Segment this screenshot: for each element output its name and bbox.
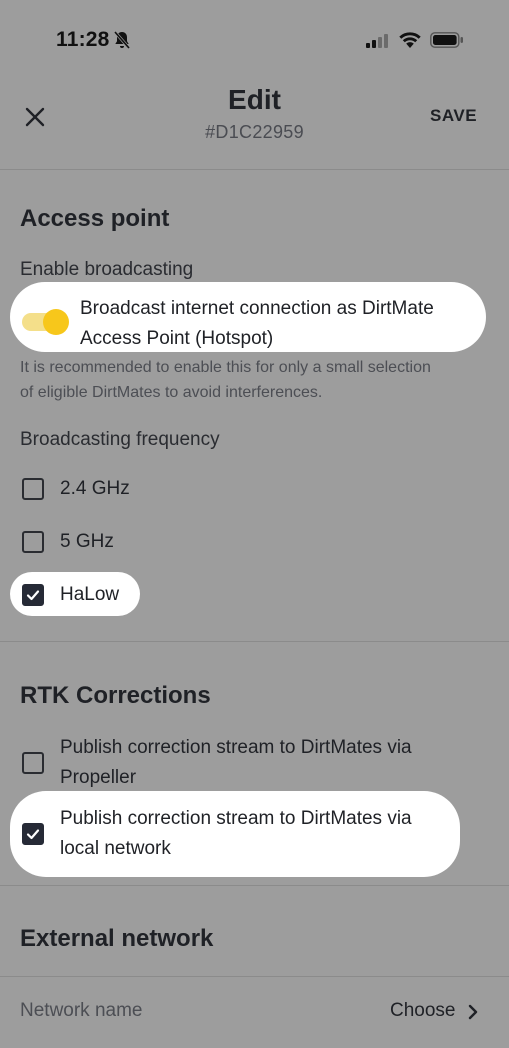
toggle-knob — [43, 309, 69, 335]
section-divider-1 — [0, 641, 509, 642]
checkbox-2-4ghz[interactable] — [22, 478, 44, 500]
checkbox-rtk-propeller[interactable] — [22, 752, 44, 774]
enable-broadcasting-label: Enable broadcasting — [20, 259, 194, 280]
checkbox-halow-label: HaLow — [60, 584, 120, 605]
broadcast-toggle-label: Broadcast internet connection as DirtMat… — [80, 294, 480, 354]
broadcast-toggle[interactable] — [22, 308, 69, 336]
helper-line1: It is recommended to enable this for onl… — [20, 359, 431, 376]
broadcasting-frequency-label: Broadcasting frequency — [20, 429, 220, 450]
rtk-local-line1: Publish correction stream to DirtMates v… — [60, 808, 412, 829]
section-divider-2 — [0, 885, 509, 886]
rtk-corrections-title: RTK Corrections — [20, 682, 211, 709]
checkbox-rtk-local-network-label: Publish correction stream to DirtMates v… — [60, 804, 460, 864]
header-divider — [0, 169, 509, 170]
rtk-propeller-line2: Propeller — [60, 767, 137, 788]
checkbox-2-4ghz-label: 2.4 GHz — [60, 478, 130, 499]
checkbox-5ghz[interactable] — [22, 531, 44, 553]
network-name-label: Network name — [20, 1000, 143, 1021]
broadcast-helper-text: It is recommended to enable this for onl… — [20, 355, 490, 405]
external-network-title: External network — [20, 925, 214, 952]
chevron-right-icon[interactable] — [466, 1003, 480, 1021]
checkmark-icon — [26, 590, 40, 601]
helper-line2: of eligible DirtMates to avoid interfere… — [20, 384, 323, 401]
rtk-propeller-line1: Publish correction stream to DirtMates v… — [60, 737, 412, 758]
signal-icon — [366, 34, 388, 48]
access-point-title: Access point — [20, 205, 170, 232]
choose-network-button[interactable]: Choose — [390, 1000, 456, 1022]
toggle-label-line2: Access Point (Hotspot) — [80, 328, 274, 349]
checkbox-5ghz-label: 5 GHz — [60, 531, 114, 552]
save-button[interactable]: SAVE — [430, 106, 477, 126]
checkbox-halow[interactable] — [22, 584, 44, 606]
toggle-label-line1: Broadcast internet connection as DirtMat… — [80, 298, 434, 319]
checkmark-icon — [26, 829, 40, 840]
checkbox-rtk-local-network[interactable] — [22, 823, 44, 845]
wifi-icon — [399, 32, 421, 48]
bell-slash-icon — [113, 31, 131, 49]
checkbox-rtk-propeller-label: Publish correction stream to DirtMates v… — [60, 733, 460, 793]
section-divider-3 — [0, 976, 509, 977]
status-time: 11:28 — [56, 28, 110, 51]
rtk-local-line2: local network — [60, 838, 171, 859]
battery-icon — [430, 32, 463, 48]
